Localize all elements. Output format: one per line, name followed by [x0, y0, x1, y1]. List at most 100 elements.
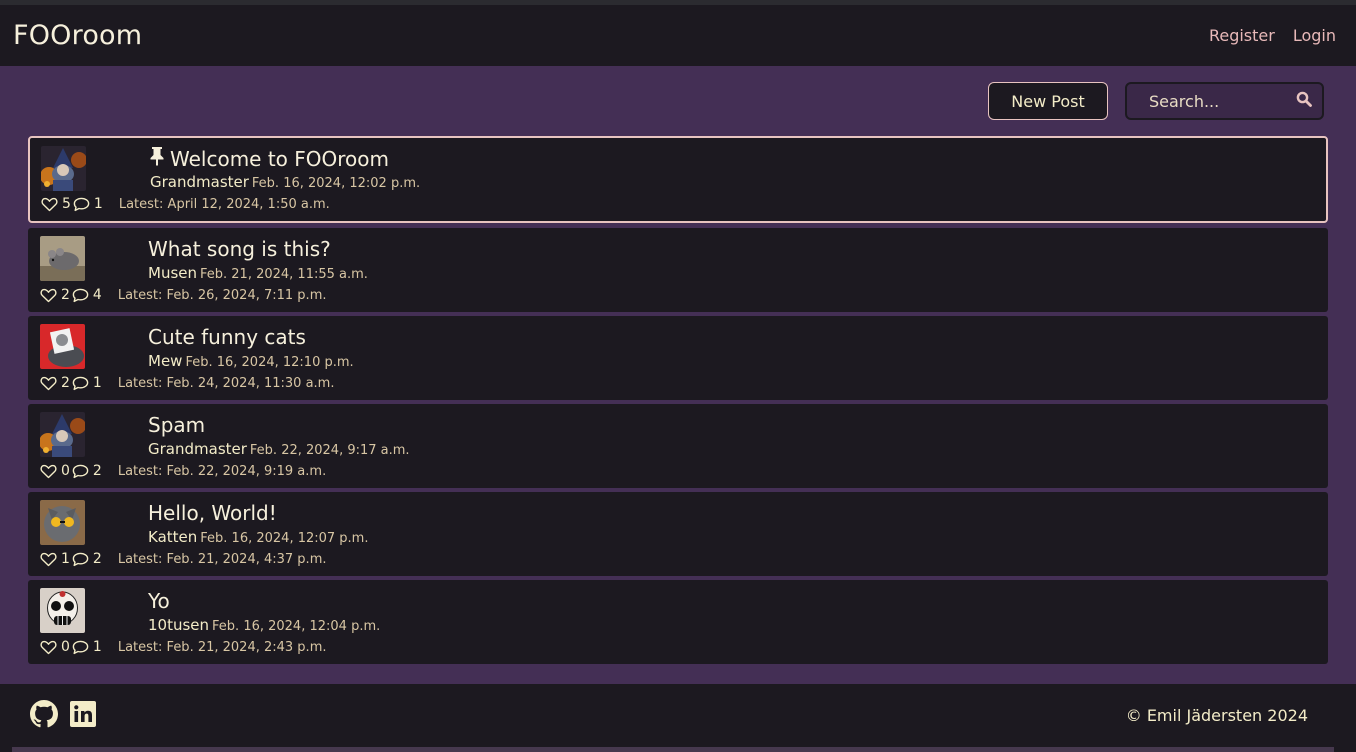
post-meta: Mew Feb. 16, 2024, 12:10 p.m. [148, 352, 354, 370]
search-input[interactable] [1147, 90, 1291, 112]
post-title[interactable]: Yo [148, 589, 170, 613]
post-title[interactable]: Spam [148, 413, 205, 437]
post-date: Feb. 16, 2024, 12:02 p.m. [251, 176, 421, 191]
latest-prefix: Latest: [117, 551, 163, 567]
heart-icon[interactable] [40, 288, 57, 303]
heart-icon[interactable] [40, 464, 57, 479]
avatar [40, 588, 85, 633]
comment-count: 1 [92, 639, 102, 655]
post-item[interactable]: Welcome to FOOroom Grandmaster Feb. 16, 20… [28, 136, 1328, 223]
latest-date: Feb. 26, 2024, 7:11 p.m. [166, 287, 327, 303]
latest-activity: Latest: Feb. 21, 2024, 4:37 p.m. [118, 552, 327, 567]
latest-prefix: Latest: [117, 375, 163, 391]
post-title-row[interactable]: Yo [148, 589, 170, 613]
latest-date: Feb. 21, 2024, 2:43 p.m. [166, 639, 327, 655]
pin-icon [148, 146, 166, 171]
post-title-row[interactable]: Spam [148, 413, 205, 437]
latest-prefix: Latest: [117, 463, 163, 479]
post-author[interactable]: Mew [148, 352, 182, 370]
latest-date: April 12, 2024, 1:50 a.m. [167, 196, 330, 212]
comment-count: 1 [93, 196, 103, 212]
latest-date: Feb. 21, 2024, 4:37 p.m. [166, 551, 327, 567]
heart-icon[interactable] [40, 376, 57, 391]
post-stats: 0 2 Latest: Feb. 22, 2024, 9:19 a.m. [40, 463, 326, 479]
brand-logo[interactable]: FOOroom [13, 20, 142, 51]
latest-activity: Latest: Feb. 22, 2024, 9:19 a.m. [118, 464, 326, 479]
post-title-row[interactable]: What song is this? [148, 237, 331, 261]
post-list: Welcome to FOOroom Grandmaster Feb. 16, 20… [28, 136, 1328, 664]
like-count: 2 [61, 287, 70, 303]
latest-prefix: Latest: [118, 196, 164, 212]
latest-prefix: Latest: [117, 287, 163, 303]
post-item[interactable]: Yo 10tusen Feb. 16, 2024, 12:04 p.m. 0 1 Late… [28, 580, 1328, 664]
post-stats: 2 1 Latest: Feb. 24, 2024, 11:30 a.m. [40, 375, 334, 391]
heart-icon[interactable] [41, 197, 58, 212]
post-item[interactable]: What song is this? Musen Feb. 21, 2024, 11… [28, 228, 1328, 312]
search-icon[interactable] [1296, 91, 1312, 111]
post-stats: 2 4 Latest: Feb. 26, 2024, 7:11 p.m. [40, 287, 327, 303]
comment-icon [72, 376, 89, 391]
comment-count: 2 [92, 463, 102, 479]
heart-icon[interactable] [40, 640, 57, 655]
like-count: 5 [62, 196, 71, 212]
post-item[interactable]: Spam Grandmaster Feb. 22, 2024, 9:17 a.m. 0… [28, 404, 1328, 488]
post-meta: Musen Feb. 21, 2024, 11:55 a.m. [148, 264, 368, 282]
comment-count: 4 [92, 287, 102, 303]
github-icon[interactable] [30, 699, 58, 732]
linkedin-icon[interactable] [70, 700, 96, 731]
bottom-strip [12, 747, 1334, 752]
post-title-row[interactable]: Welcome to FOOroom [148, 146, 389, 171]
like-count: 1 [61, 551, 70, 567]
latest-prefix: Latest: [117, 639, 163, 655]
post-title[interactable]: Hello, World! [148, 501, 277, 525]
main-content: New Post Welcome to FOOroomGrandmasterFe… [0, 66, 1356, 684]
post-author[interactable]: Katten [148, 528, 197, 546]
comment-icon [73, 197, 90, 212]
latest-date: Feb. 22, 2024, 9:19 a.m. [166, 463, 327, 479]
post-stats: 0 1 Latest: Feb. 21, 2024, 2:43 p.m. [40, 639, 327, 655]
post-date: Feb. 16, 2024, 12:04 p.m. [212, 619, 381, 634]
new-post-button[interactable]: New Post [988, 82, 1108, 120]
latest-activity: Latest: Feb. 21, 2024, 2:43 p.m. [118, 640, 327, 655]
toolbar: New Post [28, 82, 1324, 120]
navbar: FOOroom Register Login [0, 5, 1356, 66]
post-meta: Grandmaster Feb. 22, 2024, 9:17 a.m. [148, 440, 410, 458]
post-title-row[interactable]: Cute funny cats [148, 325, 306, 349]
comment-icon [72, 288, 89, 303]
avatar [40, 324, 85, 369]
post-meta: Katten Feb. 16, 2024, 12:07 p.m. [148, 528, 368, 546]
footer: © Emil Jädersten 2024 [0, 684, 1356, 747]
post-item[interactable]: Cute funny cats Mew Feb. 16, 2024, 12:10 p… [28, 316, 1328, 400]
post-stats: 1 2 Latest: Feb. 21, 2024, 4:37 p.m. [40, 551, 327, 567]
post-author[interactable]: 10tusen [148, 616, 209, 634]
like-count: 2 [61, 375, 70, 391]
nav-links: Register Login [1209, 26, 1336, 45]
post-author[interactable]: Grandmaster [150, 173, 249, 191]
social-links [30, 699, 96, 732]
post-meta: 10tusen Feb. 16, 2024, 12:04 p.m. [148, 616, 380, 634]
post-item[interactable]: Hello, World! Katten Feb. 16, 2024, 12:07 … [28, 492, 1328, 576]
post-author[interactable]: Grandmaster [148, 440, 247, 458]
comment-count: 1 [92, 375, 102, 391]
login-link[interactable]: Login [1293, 26, 1336, 45]
search-box [1125, 82, 1324, 120]
latest-date: Feb. 24, 2024, 11:30 a.m. [166, 375, 335, 391]
comment-icon [72, 464, 89, 479]
post-author[interactable]: Musen [148, 264, 197, 282]
avatar [40, 500, 85, 545]
post-title[interactable]: Welcome to FOOroom [170, 147, 389, 171]
post-title[interactable]: Cute funny cats [148, 325, 306, 349]
post-date: Feb. 21, 2024, 11:55 a.m. [200, 267, 368, 282]
avatar [40, 412, 85, 457]
post-title[interactable]: What song is this? [148, 237, 331, 261]
heart-icon[interactable] [40, 552, 57, 567]
post-meta: Grandmaster Feb. 16, 2024, 12:02 p.m. [150, 173, 420, 191]
post-date: Feb. 16, 2024, 12:10 p.m. [185, 355, 354, 370]
comment-count: 2 [92, 551, 102, 567]
post-stats: 5 1 Latest: April 12, 2024, 1:50 a.m. [41, 196, 330, 212]
latest-activity: Latest: Feb. 24, 2024, 11:30 a.m. [118, 376, 335, 391]
post-date: Feb. 16, 2024, 12:07 p.m. [200, 531, 369, 546]
copyright-text: © Emil Jädersten 2024 [1125, 706, 1308, 725]
register-link[interactable]: Register [1209, 26, 1275, 45]
post-title-row[interactable]: Hello, World! [148, 501, 277, 525]
